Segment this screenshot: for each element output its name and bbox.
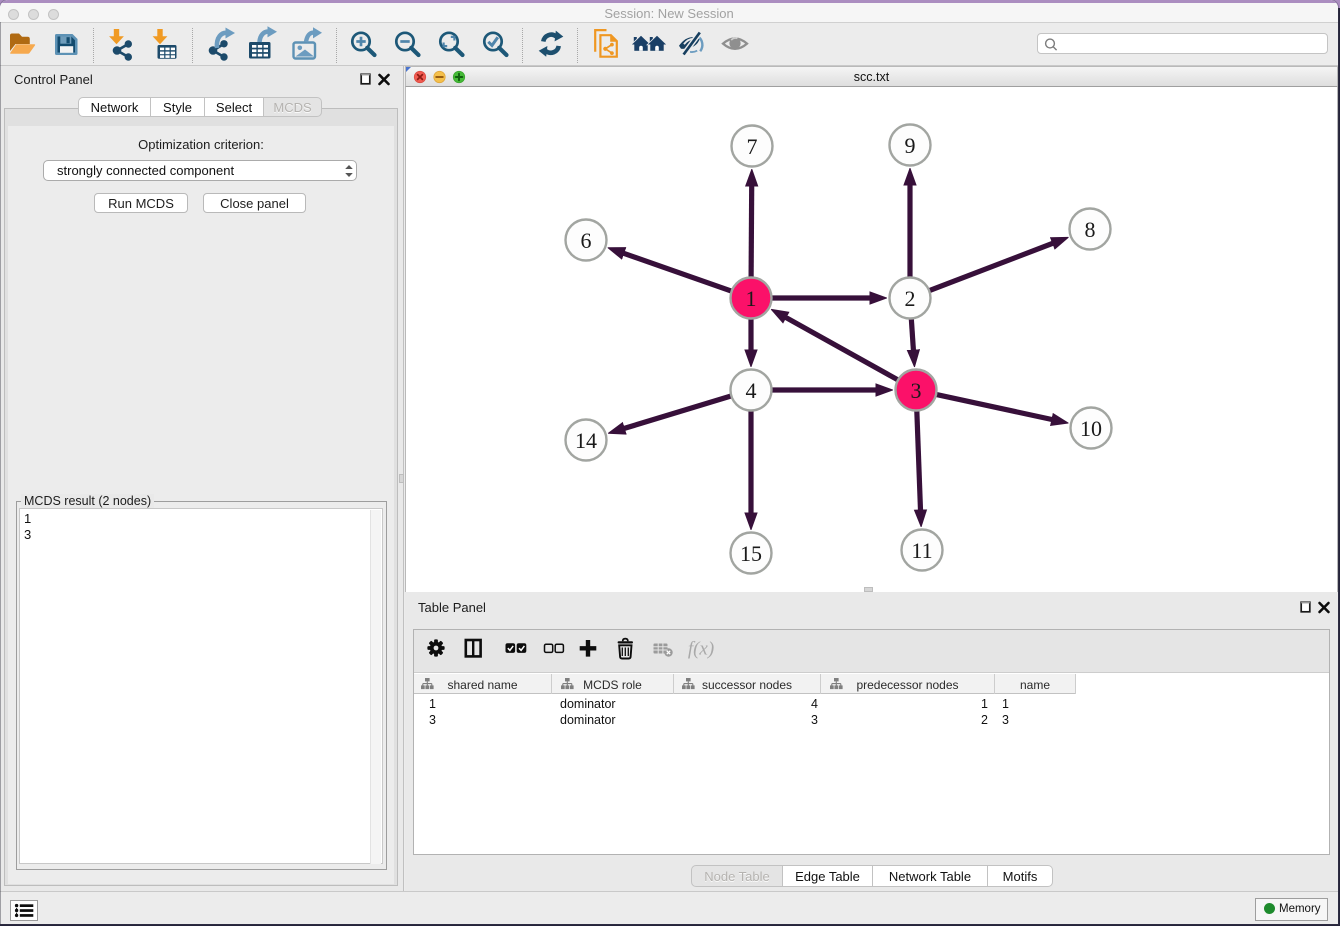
svg-text:11: 11 <box>911 538 932 563</box>
svg-text:9: 9 <box>905 133 916 158</box>
svg-text:1: 1 <box>746 286 757 311</box>
svg-text:f(x): f(x) <box>688 639 714 660</box>
svg-text:2: 2 <box>905 286 916 311</box>
svg-text:10: 10 <box>1080 416 1102 441</box>
svg-text:4: 4 <box>746 378 757 403</box>
svg-text:8: 8 <box>1085 217 1096 242</box>
svg-text:14: 14 <box>575 428 597 453</box>
svg-text:15: 15 <box>740 541 762 566</box>
svg-text:6: 6 <box>581 228 592 253</box>
svg-text:7: 7 <box>747 134 758 159</box>
svg-text:3: 3 <box>911 378 922 403</box>
